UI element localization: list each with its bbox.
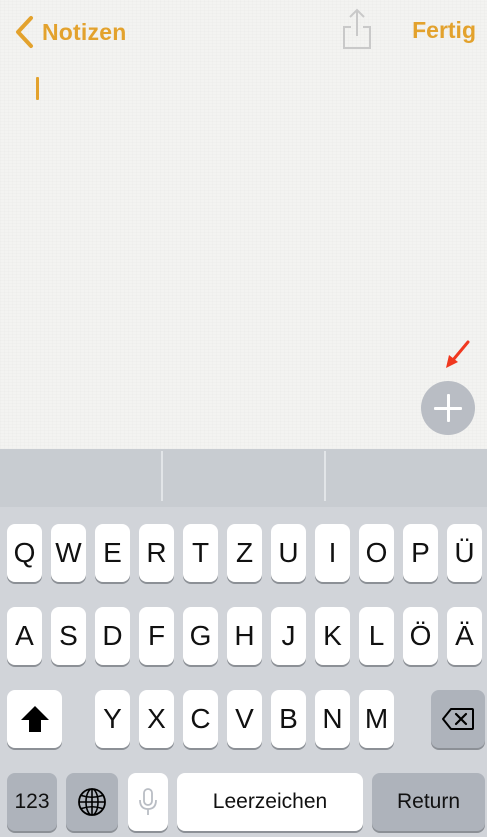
- microphone-icon: [138, 787, 158, 817]
- key-d[interactable]: D: [95, 607, 130, 665]
- key-i[interactable]: I: [315, 524, 350, 582]
- key-n[interactable]: N: [315, 690, 350, 748]
- delete-key[interactable]: [431, 690, 485, 748]
- key-f[interactable]: F: [139, 607, 174, 665]
- note-area[interactable]: Notizen Fertig: [0, 0, 487, 449]
- suggestion-bar: [0, 449, 487, 507]
- suggestion-slot-3[interactable]: [326, 449, 487, 507]
- shift-icon: [19, 704, 51, 734]
- key-l[interactable]: L: [359, 607, 394, 665]
- key-m[interactable]: M: [359, 690, 394, 748]
- suggestion-slot-2[interactable]: [163, 449, 324, 507]
- key-w[interactable]: W: [51, 524, 86, 582]
- key-b[interactable]: B: [271, 690, 306, 748]
- shift-key[interactable]: [7, 690, 62, 748]
- key-o-umlaut[interactable]: Ö: [403, 607, 438, 665]
- key-t[interactable]: T: [183, 524, 218, 582]
- keyboard: Q W E R T Z U I O P Ü A S D F G H J K L …: [0, 507, 487, 837]
- key-s[interactable]: S: [51, 607, 86, 665]
- key-p[interactable]: P: [403, 524, 438, 582]
- key-k[interactable]: K: [315, 607, 350, 665]
- return-key[interactable]: Return: [372, 773, 485, 831]
- numbers-key[interactable]: 123: [7, 773, 57, 831]
- globe-icon: [77, 787, 107, 817]
- key-j[interactable]: J: [271, 607, 306, 665]
- back-button-label: Notizen: [42, 18, 127, 45]
- key-a-umlaut[interactable]: Ä: [447, 607, 482, 665]
- text-cursor: [36, 77, 39, 100]
- red-arrow-icon: [444, 340, 472, 375]
- key-u-umlaut[interactable]: Ü: [447, 524, 482, 582]
- key-q[interactable]: Q: [7, 524, 42, 582]
- key-u[interactable]: U: [271, 524, 306, 582]
- suggestion-slot-1[interactable]: [0, 449, 161, 507]
- share-button[interactable]: [339, 8, 375, 52]
- back-button[interactable]: Notizen: [14, 14, 126, 50]
- note-text-editor[interactable]: [36, 74, 456, 102]
- backspace-icon: [441, 707, 475, 731]
- space-key[interactable]: Leerzeichen: [177, 773, 363, 831]
- key-c[interactable]: C: [183, 690, 218, 748]
- key-a[interactable]: A: [7, 607, 42, 665]
- share-icon: [339, 8, 375, 56]
- key-h[interactable]: H: [227, 607, 262, 665]
- add-button[interactable]: [421, 381, 475, 435]
- key-z[interactable]: Z: [227, 524, 262, 582]
- key-e[interactable]: E: [95, 524, 130, 582]
- key-x[interactable]: X: [139, 690, 174, 748]
- globe-key[interactable]: [66, 773, 118, 831]
- key-r[interactable]: R: [139, 524, 174, 582]
- dictation-key[interactable]: [128, 773, 168, 831]
- key-y[interactable]: Y: [95, 690, 130, 748]
- key-o[interactable]: O: [359, 524, 394, 582]
- done-button[interactable]: Fertig: [412, 17, 476, 44]
- key-g[interactable]: G: [183, 607, 218, 665]
- key-v[interactable]: V: [227, 690, 262, 748]
- chevron-left-icon: [14, 15, 34, 49]
